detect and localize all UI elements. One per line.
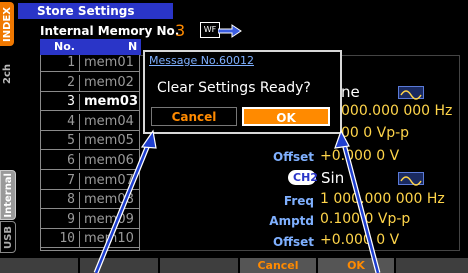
- arrow-to-cancel-icon: [93, 129, 157, 273]
- arrow-to-ok-icon: [334, 129, 381, 273]
- callout-arrows: [93, 129, 381, 273]
